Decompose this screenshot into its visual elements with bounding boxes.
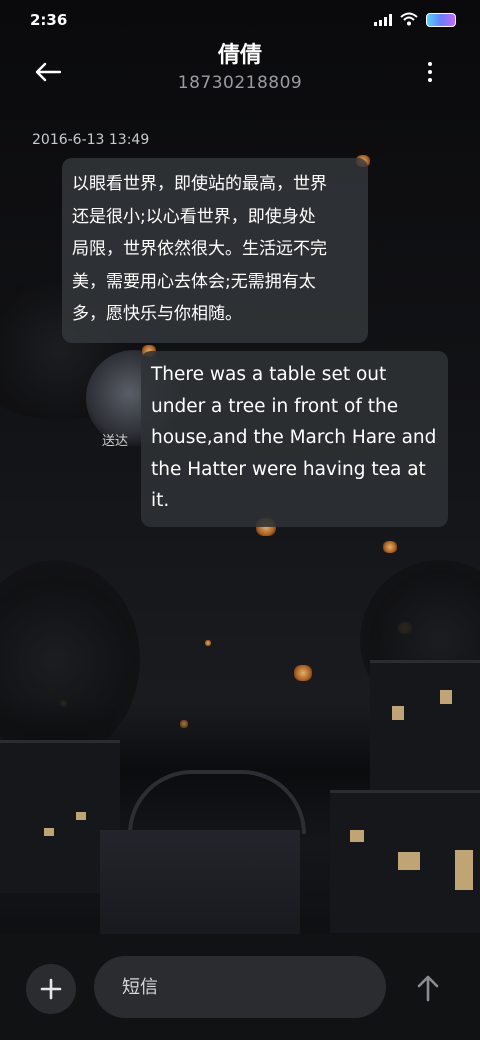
status-time: 2:36 [30,11,68,29]
status-icons [374,11,456,30]
wifi-icon [400,11,418,30]
contact-number: 18730218809 [177,73,303,93]
contact-title: 倩倩 18730218809 [0,40,480,94]
canal-decoration [100,830,300,940]
plus-icon [40,978,62,1000]
bridge-decoration [128,770,306,834]
message-line: the Hatter were having tea at [151,458,426,480]
status-bar: 2:36 [0,0,480,40]
message-timestamp: 2016-6-13 13:49 [32,132,150,148]
message-line: There was a table set out [151,364,387,385]
message-line: 局限，世界依然很大。生活远不完 [72,239,327,260]
message-line: 多，愿快乐与你相随。 [72,304,242,325]
send-button[interactable] [408,968,448,1008]
messaging-screen: 2:36 倩倩 18730218809 2016-6-13 13:49 以眼看世… [0,0,480,1040]
message-line: under a tree in front of the [151,395,399,417]
outgoing-message-bubble[interactable]: There was a table set out under a tree i… [141,351,448,527]
message-line: 以眼看世界，即使站的最高，世界 [72,174,327,194]
battery-icon [426,13,456,27]
message-line: it. [151,490,170,511]
delivery-status: 送达 [102,434,129,449]
message-input[interactable] [94,956,386,1018]
arrow-up-icon [417,975,439,1002]
message-line: 美，需要用心去体会;无需拥有太 [72,271,316,292]
attach-button[interactable] [26,964,76,1014]
message-line: 还是很小;以心看世界，即使身处 [72,206,316,227]
conversation-header: 倩倩 18730218809 [0,40,480,104]
compose-bar [0,934,480,1040]
more-vertical-icon [428,62,432,66]
incoming-message-bubble[interactable]: 以眼看世界，即使站的最高，世界 还是很小;以心看世界，即使身处 局限，世界依然很… [62,158,368,343]
more-options-button[interactable] [420,54,440,90]
signal-icon [374,14,392,26]
message-line: house,and the March Hare and [151,427,437,448]
contact-name: 倩倩 [217,43,262,68]
